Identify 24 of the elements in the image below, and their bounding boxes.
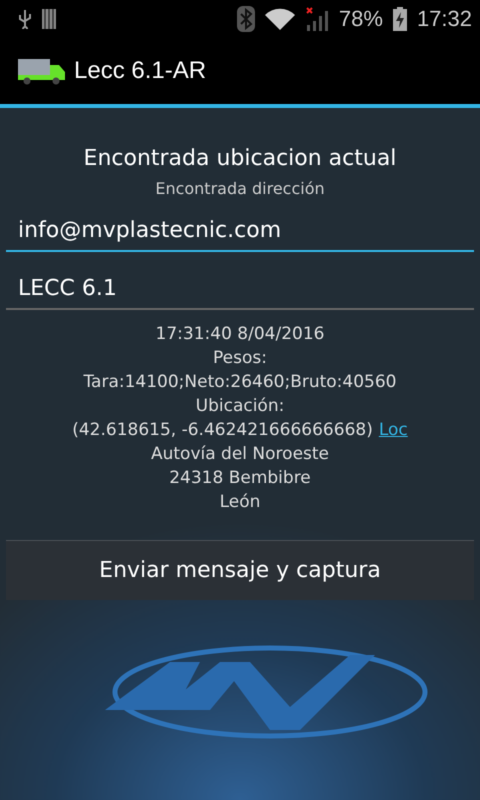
info-text: Pesos: <box>213 347 267 370</box>
truck-icon <box>18 57 68 85</box>
info-text: León <box>220 491 260 514</box>
info-text: 24318 Bembibre <box>169 467 311 490</box>
status-subtitle: Encontrada dirección <box>155 179 325 198</box>
bluetooth-icon <box>236 6 255 32</box>
text-field[interactable]: LECC 6.1 <box>6 268 474 310</box>
battery-percent: 78% <box>338 6 383 32</box>
clock: 17:32 <box>416 6 472 32</box>
info-text: Autovía del Noroeste <box>150 443 330 466</box>
info-text: Ubicación: <box>196 395 284 418</box>
usb-icon <box>18 9 32 29</box>
signal-icon <box>304 7 329 31</box>
app-title: Lecc 6.1-AR <box>74 57 206 85</box>
sd-card-icon <box>42 9 56 29</box>
wifi-icon <box>264 8 295 30</box>
send-button[interactable]: Enviar mensaje y captura <box>6 540 474 600</box>
status-title: Encontrada ubicacion actual <box>84 146 396 171</box>
info-text: 17:31:40 8/04/2016 <box>156 323 324 346</box>
battery-charging-icon <box>392 7 407 31</box>
info-text: Tara:14100;Neto:26460;Bruto:40560 <box>83 371 396 394</box>
map-link[interactable]: Loc <box>378 418 408 442</box>
text-field[interactable]: info@mvplastecnic.com <box>6 210 474 252</box>
info-text: (42.618615, -6.462421666666668) <box>72 419 373 442</box>
